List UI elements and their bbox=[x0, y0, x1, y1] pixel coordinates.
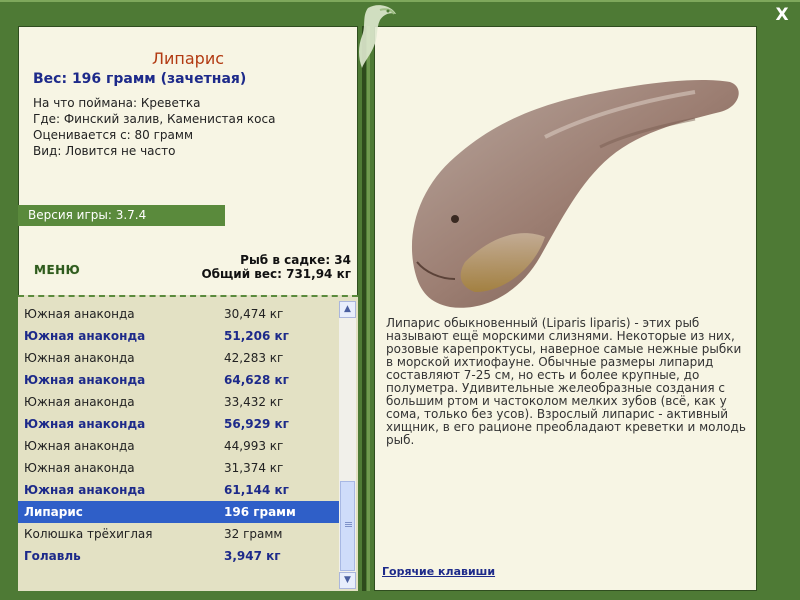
list-item-name: Голавль bbox=[24, 549, 81, 563]
list-item-name: Южная анаконда bbox=[24, 351, 135, 365]
list-item[interactable]: Голавль 3,947 кг bbox=[18, 545, 340, 567]
fish-image bbox=[411, 80, 739, 308]
list-item-weight: 44,993 кг bbox=[224, 439, 284, 453]
total-weight: Общий вес: 731,94 кг bbox=[201, 267, 351, 281]
list-item[interactable]: Южная анаконда 61,144 кг bbox=[18, 479, 340, 501]
fish-description: Липарис обыкновенный (Liparis liparis) -… bbox=[386, 316, 746, 447]
arrow-up-icon[interactable]: ▲ bbox=[339, 301, 356, 318]
fish-location: Где: Финский залив, Каменистая коса bbox=[33, 112, 276, 126]
list-item-weight: 64,628 кг bbox=[224, 373, 289, 387]
list-item-name: Южная анаконда bbox=[24, 329, 146, 343]
list-item[interactable]: Южная анаконда 51,206 кг bbox=[18, 325, 340, 347]
list-item-name: Южная анаконда bbox=[24, 395, 135, 409]
list-item-weight: 42,283 кг bbox=[224, 351, 284, 365]
fish-description-panel: Липарис обыкновенный (Liparis liparis) -… bbox=[374, 26, 757, 591]
list-item-name: Колюшка трёхиглая bbox=[24, 527, 153, 541]
fish-emblem-icon bbox=[359, 5, 396, 69]
keepnet-stats: Рыб в садке: 34 Общий вес: 731,94 кг bbox=[201, 253, 351, 281]
fish-info-panel: Липарис Вес: 196 грамм (зачетная) На что… bbox=[18, 26, 358, 591]
list-item-weight: 32 грамм bbox=[224, 527, 283, 541]
list-item-weight: 61,144 кг bbox=[224, 483, 289, 497]
list-item-name: Южная анаконда bbox=[24, 373, 146, 387]
list-item[interactable]: Южная анаконда 44,993 кг bbox=[18, 435, 340, 457]
version-bar: Версия игры: 3.7.4 bbox=[18, 205, 225, 226]
list-item[interactable]: Южная анаконда 56,929 кг bbox=[18, 413, 340, 435]
fish-weight: Вес: 196 грамм (зачетная) bbox=[33, 71, 247, 87]
fish-bait: На что поймана: Креветка bbox=[33, 96, 201, 110]
panel-divider bbox=[362, 26, 366, 591]
fish-details: На что поймана: Креветка Где: Финский за… bbox=[33, 95, 275, 159]
arrow-down-icon[interactable]: ▼ bbox=[339, 572, 356, 589]
list-item-name: Южная анаконда bbox=[24, 439, 135, 453]
list-item[interactable]: Южная анаконда 64,628 кг bbox=[18, 369, 340, 391]
list-item-name: Южная анаконда bbox=[24, 417, 146, 431]
list-item-name: Южная анаконда bbox=[24, 307, 135, 321]
fish-title: Липарис bbox=[151, 49, 225, 68]
list-item[interactable]: Южная анаконда 31,374 кг bbox=[18, 457, 340, 479]
panel-divider-highlight bbox=[367, 26, 370, 591]
list-item[interactable]: Южная анаконда 33,432 кг bbox=[18, 391, 340, 413]
list-item-weight: 56,929 кг bbox=[224, 417, 289, 431]
scrollbar-thumb[interactable] bbox=[340, 481, 355, 571]
list-item-weight: 196 грамм bbox=[224, 505, 296, 519]
list-item-weight: 33,432 кг bbox=[224, 395, 284, 409]
hotkeys-link[interactable]: Горячие клавиши bbox=[382, 565, 495, 578]
menu-button[interactable]: МЕНЮ bbox=[34, 263, 80, 277]
list-item-weight: 30,474 кг bbox=[224, 307, 284, 321]
list-item-name: Липарис bbox=[24, 505, 83, 519]
fish-rated-from: Оценивается с: 80 грамм bbox=[33, 128, 193, 142]
list-item-name: Южная анаконда bbox=[24, 483, 146, 497]
list-item-name: Южная анаконда bbox=[24, 461, 135, 475]
fish-count: Рыб в садке: 34 bbox=[240, 253, 351, 267]
list-item[interactable]: Колюшка трёхиглая 32 грамм bbox=[18, 523, 340, 545]
list-item[interactable]: Липарис 196 грамм bbox=[18, 501, 340, 523]
list-item-weight: 51,206 кг bbox=[224, 329, 289, 343]
close-icon[interactable]: X bbox=[772, 5, 792, 25]
list-item-weight: 31,374 кг bbox=[224, 461, 284, 475]
list-item-weight: 3,947 кг bbox=[224, 549, 281, 563]
list-scrollbar[interactable]: ▲ ▼ bbox=[339, 301, 356, 589]
catch-list-area: Южная анаконда 30,474 кг Южная анаконда 51,… bbox=[18, 295, 358, 591]
fish-kind: Вид: Ловится не часто bbox=[33, 144, 176, 158]
list-item[interactable]: Южная анаконда 30,474 кг bbox=[18, 303, 340, 325]
catch-list: Южная анаконда 30,474 кг Южная анаконда 51,… bbox=[18, 303, 340, 567]
list-item[interactable]: Южная анаконда 42,283 кг bbox=[18, 347, 340, 369]
